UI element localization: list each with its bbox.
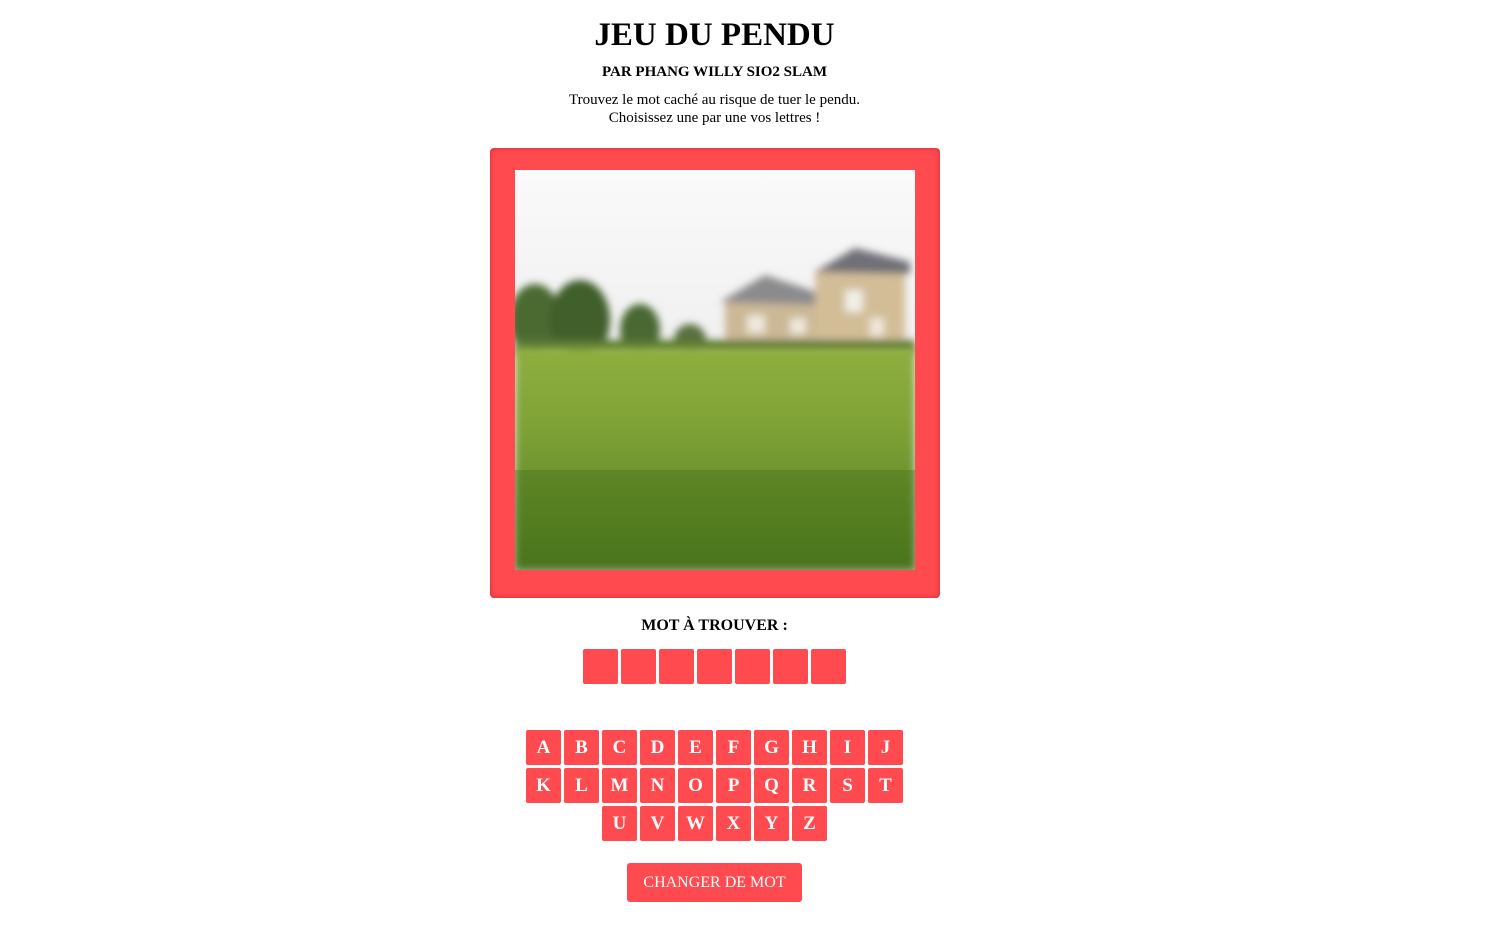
hangman-frame [490, 148, 940, 598]
letter-key-e[interactable]: E [678, 730, 713, 765]
letter-key-s[interactable]: S [830, 768, 865, 803]
word-letter-slot [735, 649, 770, 684]
letter-key-y[interactable]: Y [754, 806, 789, 841]
word-letter-slot [773, 649, 808, 684]
letter-keyboard: ABCDEFGHIJKLMNOPQRSTUVWXYZ [0, 730, 1429, 844]
letter-key-n[interactable]: N [640, 768, 675, 803]
letter-key-k[interactable]: K [526, 768, 561, 803]
letter-key-i[interactable]: I [830, 730, 865, 765]
intro-text: Trouvez le mot caché au risque de tuer l… [0, 91, 1429, 127]
word-letter-slot [697, 649, 732, 684]
letter-key-q[interactable]: Q [754, 768, 789, 803]
letter-key-l[interactable]: L [564, 768, 599, 803]
keyboard-row: ABCDEFGHIJ [0, 730, 1429, 765]
word-to-find-label: MOT À TROUVER : [641, 617, 788, 634]
letter-key-c[interactable]: C [602, 730, 637, 765]
letter-key-h[interactable]: H [792, 730, 827, 765]
intro-line-2: Choisissez une par une vos lettres ! [608, 110, 821, 126]
letter-key-f[interactable]: F [716, 730, 751, 765]
letter-key-v[interactable]: V [640, 806, 675, 841]
letter-key-r[interactable]: R [792, 768, 827, 803]
keyboard-row: KLMNOPQRST [0, 768, 1429, 803]
letter-key-d[interactable]: D [640, 730, 675, 765]
letter-key-g[interactable]: G [754, 730, 789, 765]
letter-key-j[interactable]: J [868, 730, 903, 765]
letter-key-b[interactable]: B [564, 730, 599, 765]
hidden-word [583, 649, 846, 684]
word-letter-slot [659, 649, 694, 684]
hangman-page: JEU DU PENDU PAR PHANG WILLY SIO2 SLAM T… [0, 0, 1499, 929]
intro-line-1: Trouvez le mot caché au risque de tuer l… [568, 92, 860, 108]
letter-key-u[interactable]: U [602, 806, 637, 841]
letter-key-m[interactable]: M [602, 768, 637, 803]
word-letter-slot [621, 649, 656, 684]
letter-key-w[interactable]: W [678, 806, 713, 841]
letter-key-t[interactable]: T [868, 768, 903, 803]
page-subtitle: PAR PHANG WILLY SIO2 SLAM [601, 64, 828, 80]
blurred-lawn-house-image [515, 170, 915, 570]
letter-key-a[interactable]: A [526, 730, 561, 765]
word-letter-slot [811, 649, 846, 684]
page-title: JEU DU PENDU [594, 17, 835, 53]
change-word-button[interactable]: CHANGER DE MOT [627, 863, 802, 902]
word-letter-slot [583, 649, 618, 684]
letter-key-x[interactable]: X [716, 806, 751, 841]
keyboard-row: UVWXYZ [0, 806, 1429, 841]
hangman-scene-image [515, 170, 915, 570]
letter-key-o[interactable]: O [678, 768, 713, 803]
letter-key-p[interactable]: P [716, 768, 751, 803]
letter-key-z[interactable]: Z [792, 806, 827, 841]
